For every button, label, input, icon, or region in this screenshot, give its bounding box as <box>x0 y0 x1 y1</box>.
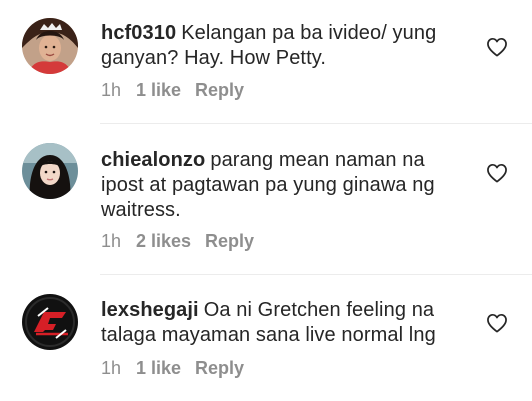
comment-item: lexshegaji Oa ni Gretchen feeling na tala… <box>0 276 532 401</box>
comment-like-count[interactable]: 2 likes <box>136 231 191 252</box>
avatar[interactable] <box>22 294 78 350</box>
heart-outline-icon[interactable] <box>486 163 508 183</box>
divider <box>100 123 532 124</box>
comment-time: 1h <box>101 358 122 378</box>
comment-username[interactable]: hcf0310 <box>101 22 176 44</box>
reply-button[interactable]: Reply <box>195 358 244 379</box>
comment-meta: 1h 2 likes Reply <box>101 231 254 252</box>
divider <box>100 274 532 275</box>
comment-like-count[interactable]: 1 like <box>136 358 181 379</box>
comment-like-count[interactable]: 1 like <box>136 80 181 101</box>
comment-time: 1h <box>101 231 122 251</box>
comment-time: 1h <box>101 80 122 100</box>
comment-username[interactable]: lexshegaji <box>101 299 199 321</box>
comment-text-block: chiealonzo parang mean naman na ipost at … <box>101 148 446 223</box>
comment-text-block: lexshegaji Oa ni Gretchen feeling na tala… <box>101 298 446 348</box>
reply-button[interactable]: Reply <box>195 80 244 101</box>
comment-item: chiealonzo parang mean naman na ipost at … <box>0 125 532 275</box>
heart-outline-icon[interactable] <box>486 313 508 333</box>
reply-button[interactable]: Reply <box>205 231 254 252</box>
heart-outline-icon[interactable] <box>486 37 508 57</box>
comment-meta: 1h 1 like Reply <box>101 80 244 101</box>
comment-text-block: hcf0310 Kelangan pa ba ivideo/ yung ganya… <box>101 21 446 71</box>
avatar[interactable] <box>22 143 78 199</box>
comment-meta: 1h 1 like Reply <box>101 358 244 379</box>
comment-item: hcf0310 Kelangan pa ba ivideo/ yung ganya… <box>0 0 532 125</box>
comment-username[interactable]: chiealonzo <box>101 149 205 171</box>
avatar[interactable] <box>22 18 78 74</box>
